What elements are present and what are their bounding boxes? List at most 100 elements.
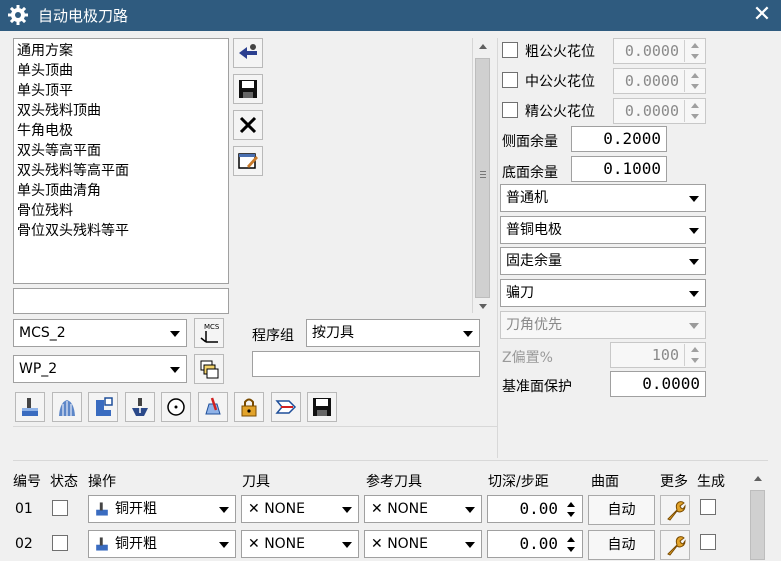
wp-button[interactable] xyxy=(194,354,224,384)
finish-mill-icon xyxy=(58,400,75,416)
mcs-button[interactable]: MCS xyxy=(194,318,224,348)
delete-plan-button[interactable] xyxy=(233,110,263,140)
lock-button[interactable] xyxy=(234,392,264,422)
scroll-down-icon xyxy=(479,304,487,309)
horizontal-divider xyxy=(13,426,497,427)
row-depth-stepper[interactable]: 0.00 xyxy=(487,495,583,523)
program-group-select[interactable]: 按刀具 xyxy=(306,319,480,347)
stock-mode-select[interactable]: 固走余量 xyxy=(500,247,706,275)
plan-list-item[interactable]: 牛角电极 xyxy=(17,121,225,141)
scroll-up-icon xyxy=(479,44,487,49)
side-stock-label: 侧面余量 xyxy=(502,134,558,150)
gear-icon xyxy=(8,5,28,25)
edit-plan-button[interactable] xyxy=(233,146,263,176)
table-scrollbar[interactable] xyxy=(748,466,768,560)
chevron-down-icon xyxy=(170,367,180,373)
col-ref-tool-header: 参考刀具 xyxy=(366,474,422,490)
spark-gap-checkbox[interactable] xyxy=(502,102,518,118)
row-ref-tool-select[interactable]: ✕ NONE xyxy=(364,530,482,558)
title-bar: 自动电极刀路 ✕ xyxy=(0,0,781,31)
spark-gap-stepper[interactable]: 0.0000 xyxy=(613,68,706,94)
spark-gap-checkbox[interactable] xyxy=(502,42,518,58)
plan-list-item[interactable]: 单头顶曲清角 xyxy=(17,181,225,201)
col-status-header: 状态 xyxy=(50,474,78,490)
row-generate-checkbox[interactable] xyxy=(700,534,716,550)
scroll-thumb[interactable] xyxy=(475,58,490,298)
row-surface-button[interactable]: 自动 xyxy=(588,530,655,560)
electrode-type-select[interactable]: 普铜电极 xyxy=(500,216,706,244)
wp-select[interactable]: WP_2 xyxy=(13,355,187,383)
clear-button[interactable] xyxy=(197,392,228,422)
corner-button[interactable] xyxy=(88,392,118,422)
mcs-select[interactable]: MCS_2 xyxy=(13,319,187,347)
row-surface-button[interactable]: 自动 xyxy=(588,495,655,525)
program-group-name-input[interactable] xyxy=(252,351,480,377)
row-status-checkbox[interactable] xyxy=(52,535,68,551)
plan-list[interactable]: 通用方案 单头顶曲 单头顶平 双头残料顶曲 牛角电极 双头等高平面 双头残料等高平面 单头顶曲… xyxy=(13,38,229,284)
col-op-header: 操作 xyxy=(88,474,116,490)
plan-name-input[interactable] xyxy=(13,288,229,314)
plan-list-item[interactable]: 通用方案 xyxy=(17,41,225,61)
spark-gap-label: 精公火花位 xyxy=(525,104,595,120)
col-surface-header: 曲面 xyxy=(591,474,619,490)
list-scrollbar[interactable] xyxy=(472,38,492,313)
row-op-select[interactable]: 铜开粗 xyxy=(88,495,236,523)
row-op-select[interactable]: 铜开粗 xyxy=(88,530,236,558)
row-tool-select[interactable]: ✕ NONE xyxy=(241,495,359,523)
bottom-stock-input[interactable]: 0.1000 xyxy=(571,156,667,182)
machine-select[interactable]: 普通机 xyxy=(500,184,706,212)
chevron-down-icon xyxy=(689,323,699,329)
z-offset-stepper[interactable]: 100 xyxy=(610,342,706,368)
delete-icon xyxy=(239,116,257,134)
scroll-up-icon xyxy=(754,476,762,481)
row-status-checkbox[interactable] xyxy=(52,500,68,516)
spark-gap-stepper[interactable]: 0.0000 xyxy=(613,98,706,124)
save-plan-button[interactable] xyxy=(233,74,263,104)
chevron-down-icon xyxy=(342,507,352,513)
row-more-button[interactable] xyxy=(660,530,690,560)
spark-gap-label: 粗公火花位 xyxy=(525,44,595,60)
plan-list-item[interactable]: 骨位双头残料等平 xyxy=(17,221,225,241)
row-generate-checkbox[interactable] xyxy=(700,499,716,515)
chevron-down-icon xyxy=(463,331,473,337)
import-button[interactable] xyxy=(233,38,263,68)
side-stock-input[interactable]: 0.2000 xyxy=(571,126,667,152)
rough-mill-icon xyxy=(96,537,108,551)
cutter-select[interactable]: 骗刀 xyxy=(500,279,706,307)
chevron-down-icon xyxy=(465,507,475,513)
base-protect-input[interactable]: 0.0000 xyxy=(610,371,706,397)
lock-icon xyxy=(241,398,257,417)
circle-target-button[interactable] xyxy=(161,392,191,422)
close-button[interactable]: ✕ xyxy=(750,2,774,28)
plan-list-item[interactable]: 双头残料等高平面 xyxy=(17,161,225,181)
row-tool-select[interactable]: ✕ NONE xyxy=(241,530,359,558)
priority-select[interactable]: 刀角优先 xyxy=(500,311,706,339)
rough-mill-icon xyxy=(22,398,38,416)
save-button[interactable] xyxy=(307,392,337,422)
chevron-down-icon xyxy=(689,228,699,234)
spark-gap-stepper[interactable]: 0.0000 xyxy=(613,38,706,64)
col-more-header: 更多 xyxy=(660,474,688,490)
auto-arrow-button[interactable] xyxy=(270,392,301,422)
plan-list-item[interactable]: 单头顶平 xyxy=(17,81,225,101)
plan-list-item[interactable]: 双头等高平面 xyxy=(17,141,225,161)
plan-list-item[interactable]: 单头顶曲 xyxy=(17,61,225,81)
wrench-icon xyxy=(667,501,686,521)
plan-list-item[interactable]: 双头残料顶曲 xyxy=(17,101,225,121)
bottom-stock-label: 底面余量 xyxy=(502,165,558,181)
plunge-button[interactable] xyxy=(124,392,155,422)
close-icon: ✕ xyxy=(752,2,772,27)
row-depth-stepper[interactable]: 0.00 xyxy=(487,530,583,558)
plan-list-item[interactable]: 骨位残料 xyxy=(17,201,225,221)
none-x-icon: ✕ xyxy=(248,501,260,517)
spark-gap-checkbox[interactable] xyxy=(502,72,518,88)
rough-mill-button[interactable] xyxy=(15,392,45,422)
chevron-down-icon xyxy=(219,507,229,513)
scroll-thumb[interactable] xyxy=(750,490,765,560)
finish-mill-button[interactable] xyxy=(51,392,82,422)
row-num: 01 xyxy=(15,501,33,517)
layers-icon xyxy=(200,360,219,379)
chevron-down-icon xyxy=(219,542,229,548)
row-ref-tool-select[interactable]: ✕ NONE xyxy=(364,495,482,523)
row-more-button[interactable] xyxy=(660,495,690,525)
